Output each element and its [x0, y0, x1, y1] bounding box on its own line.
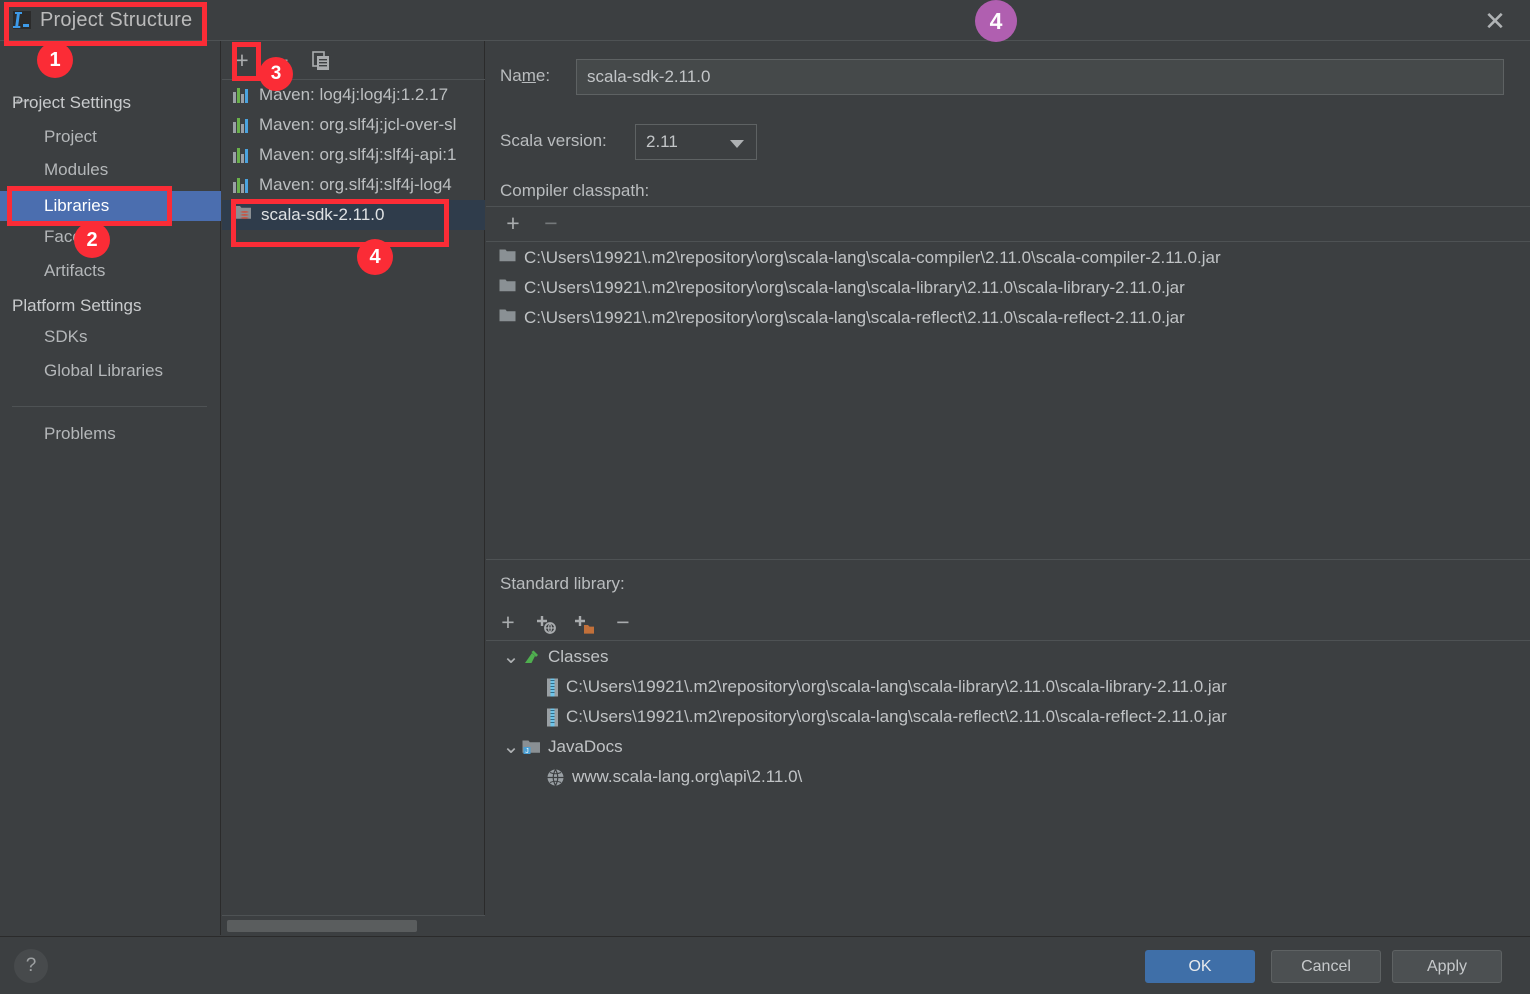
chevron-down-icon	[730, 140, 744, 148]
tree-row-label: www.scala-lang.org\api\2.11.0\	[572, 767, 803, 786]
sidebar-item-libraries[interactable]: Libraries	[0, 191, 221, 221]
ok-button[interactable]: OK	[1145, 950, 1255, 983]
add-root-button[interactable]: +	[495, 611, 521, 635]
tree-row-label: C:\Users\19921\.m2\repository\org\scala-…	[566, 677, 1227, 696]
add-classpath-entry-button[interactable]: +	[500, 212, 526, 236]
library-list-item-label: Maven: log4j:log4j:1.2.17	[259, 85, 449, 104]
add-folder-root-button[interactable]	[571, 612, 597, 636]
library-list[interactable]: Maven: log4j:log4j:1.2.17 Maven: org.slf4…	[222, 80, 485, 915]
maven-library-icon	[233, 146, 251, 164]
intellij-idea-icon	[12, 10, 32, 30]
settings-sidebar: ← Project Settings Platform Settings Proj…	[0, 41, 221, 935]
sidebar-divider	[12, 406, 207, 407]
folder-icon	[499, 308, 516, 328]
name-input[interactable]: scala-sdk-2.11.0	[576, 59, 1504, 95]
copy-library-button[interactable]	[308, 50, 334, 74]
library-list-item[interactable]: scala-sdk-2.11.0	[222, 200, 485, 230]
folder-icon	[499, 248, 516, 268]
jar-icon	[546, 708, 559, 727]
classpath-entry-path: C:\Users\19921\.m2\repository\org\scala-…	[524, 308, 1185, 327]
apply-button[interactable]: Apply	[1392, 950, 1502, 983]
folder-icon	[499, 278, 516, 298]
tree-row-label: C:\Users\19921\.m2\repository\org\scala-…	[566, 707, 1227, 726]
name-label: Name:	[500, 66, 551, 85]
window-title: Project Structure	[40, 9, 193, 31]
compiler-classpath-label: Compiler classpath:	[500, 181, 650, 200]
jar-icon	[546, 678, 559, 697]
tree-leaf-row[interactable]: www.scala-lang.org\api\2.11.0\	[486, 762, 1530, 792]
maven-library-icon	[233, 116, 251, 134]
classpath-entry-row[interactable]: C:\Users\19921\.m2\repository\org\scala-…	[486, 243, 1530, 273]
classpath-entry-row[interactable]: C:\Users\19921\.m2\repository\org\scala-…	[486, 303, 1530, 333]
dialog-footer: ? OKCancelApply CSDN @就想做一条闲鱼	[0, 936, 1530, 994]
sidebar-item-project[interactable]: Project	[44, 127, 97, 147]
compiler-classpath-toolbar: + −	[486, 207, 1530, 242]
scala-version-dropdown[interactable]: 2.11	[635, 124, 757, 160]
remove-classpath-entry-button[interactable]: −	[538, 212, 564, 236]
cancel-button[interactable]: Cancel	[1271, 950, 1381, 983]
chevron-down-icon[interactable]: ⌄	[500, 647, 522, 667]
sidebar-group-0: Project Settings	[12, 93, 132, 112]
standard-library-label: Standard library:	[500, 574, 625, 593]
sidebar-item-global-libraries[interactable]: Global Libraries	[44, 361, 163, 381]
sidebar-item-artifacts[interactable]: Artifacts	[44, 261, 105, 281]
svg-text:J: J	[525, 748, 529, 755]
library-list-item[interactable]: Maven: org.slf4j:jcl-over-sl	[222, 110, 485, 140]
javadocs-folder-icon: J	[522, 739, 541, 756]
library-list-item[interactable]: Maven: org.slf4j:slf4j-api:1	[222, 140, 485, 170]
library-detail-panel: Name: scala-sdk-2.11.0 Scala version: 2.…	[486, 41, 1530, 935]
sidebar-item-problems[interactable]: Problems	[44, 424, 116, 444]
tree-row-label: Classes	[548, 647, 609, 666]
remove-root-button[interactable]: −	[610, 611, 636, 635]
tree-group-row[interactable]: ⌄ J JavaDocs	[486, 732, 1530, 762]
compiler-classpath-box: + − C:\Users\19921\.m2\repository\org\sc…	[486, 206, 1530, 560]
sidebar-group-1: Platform Settings	[12, 296, 142, 315]
scala-version-value: 2.11	[646, 132, 678, 151]
classpath-entry-row[interactable]: C:\Users\19921\.m2\repository\org\scala-…	[486, 273, 1530, 303]
library-list-item-label: Maven: org.slf4j:slf4j-log4	[259, 175, 452, 194]
classpath-entry-path: C:\Users\19921\.m2\repository\org\scala-…	[524, 248, 1221, 267]
chevron-down-icon[interactable]: ⌄	[500, 737, 522, 757]
add-library-button[interactable]: +	[229, 49, 255, 73]
library-list-item-label: Maven: org.slf4j:slf4j-api:1	[259, 145, 457, 164]
scala-sdk-icon	[233, 204, 253, 227]
standard-library-toolbar: + −	[486, 606, 1530, 641]
globe-icon	[546, 768, 565, 787]
tree-leaf-row[interactable]: C:\Users\19921\.m2\repository\org\scala-…	[486, 702, 1530, 732]
add-url-root-button[interactable]	[533, 612, 559, 636]
standard-library-box: Standard library: + − ⌄ Classes C:\Users…	[486, 560, 1530, 935]
tree-leaf-row[interactable]: C:\Users\19921\.m2\repository\org\scala-…	[486, 672, 1530, 702]
close-icon[interactable]: ✕	[1478, 6, 1512, 36]
library-list-panel: + − Maven: log4j:log4j:1.2.17 Maven: org.…	[222, 41, 485, 935]
sidebar-item-facets[interactable]: Facets	[44, 227, 95, 247]
help-button[interactable]: ?	[14, 949, 48, 983]
classpath-entry-path: C:\Users\19921\.m2\repository\org\scala-…	[524, 278, 1185, 297]
classes-icon	[522, 649, 541, 666]
maven-library-icon	[233, 176, 251, 194]
library-list-hscrollbar[interactable]	[222, 915, 485, 935]
library-list-hscrollbar-thumb[interactable]	[227, 920, 417, 932]
window-titlebar: Project Structure ✕	[0, 0, 1530, 41]
library-list-item[interactable]: Maven: org.slf4j:slf4j-log4	[222, 170, 485, 200]
tree-group-row[interactable]: ⌄ Classes	[486, 642, 1530, 672]
library-list-item[interactable]: Maven: log4j:log4j:1.2.17	[222, 80, 485, 110]
library-list-toolbar: + −	[222, 41, 485, 80]
library-list-item-label: scala-sdk-2.11.0	[261, 205, 385, 224]
tree-row-label: JavaDocs	[548, 737, 623, 756]
remove-library-button[interactable]: −	[269, 49, 295, 73]
maven-library-icon	[233, 86, 251, 104]
scala-version-label: Scala version:	[500, 131, 607, 150]
sidebar-item-sdks[interactable]: SDKs	[44, 327, 87, 347]
library-list-item-label: Maven: org.slf4j:jcl-over-sl	[259, 115, 457, 134]
sidebar-item-modules[interactable]: Modules	[44, 160, 108, 180]
